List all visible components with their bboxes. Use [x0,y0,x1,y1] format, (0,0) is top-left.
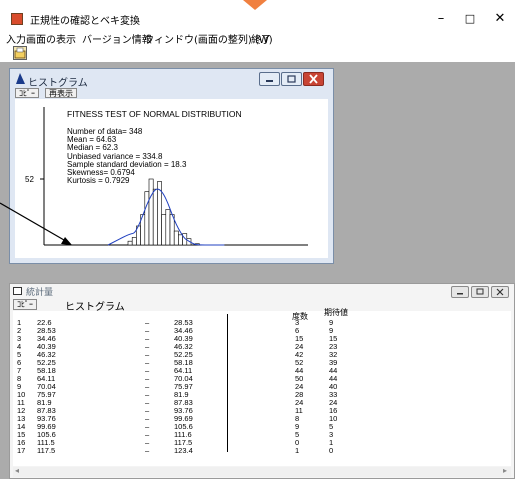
menu-version[interactable]: バージョン情報 [82,31,152,46]
histogram-bar [152,188,158,246]
stats-table: 度数 期待値 1 22.6–28.53 3 9 2 28.53–34.46 6 9 3 34.46… [13,308,511,466]
menu-show-input[interactable]: 入力画面の表示 [6,31,76,46]
histogram-bar [131,237,137,246]
histogram-bar [127,240,133,246]
table-row: 14 99.69–105.6 9 5 [13,423,511,431]
minimize-button[interactable]: – [427,10,455,28]
chart-icon [16,73,25,84]
close-icon [496,288,504,296]
close-icon [309,74,318,84]
y-max-label: 52 [25,175,34,184]
menu-exit[interactable]: 終了 [251,31,271,46]
histogram-bar [178,234,183,246]
app-titlebar: 正規性の確認とベキ変換 – □ ✕ [0,8,515,30]
range-end: 123.4 [174,446,193,455]
table-row: 7 58.18–64.11 44 44 [13,367,511,375]
table-row: 17 117.5 – 123.4 1 0 [13,447,511,455]
histogram-bar [173,230,179,246]
restore-icon [476,288,484,295]
stats-close-button[interactable] [491,286,509,298]
row-index: 17 [17,446,26,455]
table-row: 11 81.9–87.83 24 24 [13,399,511,407]
restore-icon [287,75,296,83]
histogram-plot: 52 [25,107,308,246]
histogram-canvas: FITNESS TEST OF NORMAL DISTRIBUTION Numb… [15,99,328,258]
table-row: 2 28.53–34.46 6 9 [13,327,511,335]
table-row: 13 93.76–99.69 8 10 [13,415,511,423]
histogram-restore-button[interactable] [281,72,302,86]
frequency-cell: 1 [295,446,300,455]
table-row: 16 111.5–117.5 0 1 [13,439,511,447]
table-row: 8 64.11–70.04 50 44 [13,375,511,383]
scroll-left-icon[interactable]: ◂ [15,466,19,475]
stats-window: 統計量 ｺﾋﾟｰ ヒストグラム 度数 期待値 1 22.6–28.53 3 9 2 28.… [9,283,515,479]
histogram-minimize-button[interactable] [259,72,280,86]
horizontal-scrollbar[interactable]: ◂ ▸ [13,466,511,477]
app-icon [11,13,23,25]
col-header-expected: 期待値 [324,308,348,317]
stats-minimize-button[interactable] [451,286,469,298]
histogram-close-button[interactable] [303,72,324,86]
table-row: 10 75.97–81.9 28 33 [13,391,511,399]
table-row: 15 105.6–111.6 5 3 [13,431,511,439]
stats-copy-tab[interactable]: ｺﾋﾟｰ [13,299,37,310]
table-row: 4 40.39–46.32 24 23 [13,343,511,351]
histogram-window-title: ヒストグラム [28,78,88,89]
stats-window-title: 統計量 [26,288,54,298]
histogram-bar [161,214,167,246]
minimize-icon [457,293,463,295]
table-row: 5 46.32–52.25 42 32 [13,351,511,359]
expected-cell: 0 [329,446,334,455]
histogram-window: ヒストグラム ｺﾋﾟｰ 再表示 FITNESS TEST OF NORMAL D… [9,68,334,264]
redisplay-tab[interactable]: 再表示 [45,88,77,98]
table-row: 12 87.83–93.76 11 16 [13,407,511,415]
histogram-bar [165,209,171,246]
menubar: 入力画面の表示 バージョン情報 ウィンドウ(画面の整列) (W) 終了 [0,30,515,46]
table-row: 6 52.25–58.18 52 39 [13,359,511,367]
table-row: 9 70.04–75.97 24 40 [13,383,511,391]
table-icon [13,287,22,295]
scroll-right-icon[interactable]: ▸ [503,466,507,475]
open-icon[interactable] [13,46,27,60]
app-title: 正規性の確認とベキ変換 [30,16,140,27]
copy-tab[interactable]: ｺﾋﾟｰ [15,88,39,98]
table-row: 3 34.46–40.39 15 15 [13,335,511,343]
range-dash: – [145,446,150,455]
minimize-icon [266,80,273,82]
maximize-button[interactable]: □ [456,10,484,28]
toolbar [0,45,515,61]
histogram-bar [144,191,150,246]
range-start: 117.5 [37,446,56,455]
table-row: 1 22.6–28.53 3 9 [13,319,511,327]
stats-restore-button[interactable] [471,286,489,298]
close-button[interactable]: ✕ [486,10,514,28]
histogram-bar [148,178,154,246]
